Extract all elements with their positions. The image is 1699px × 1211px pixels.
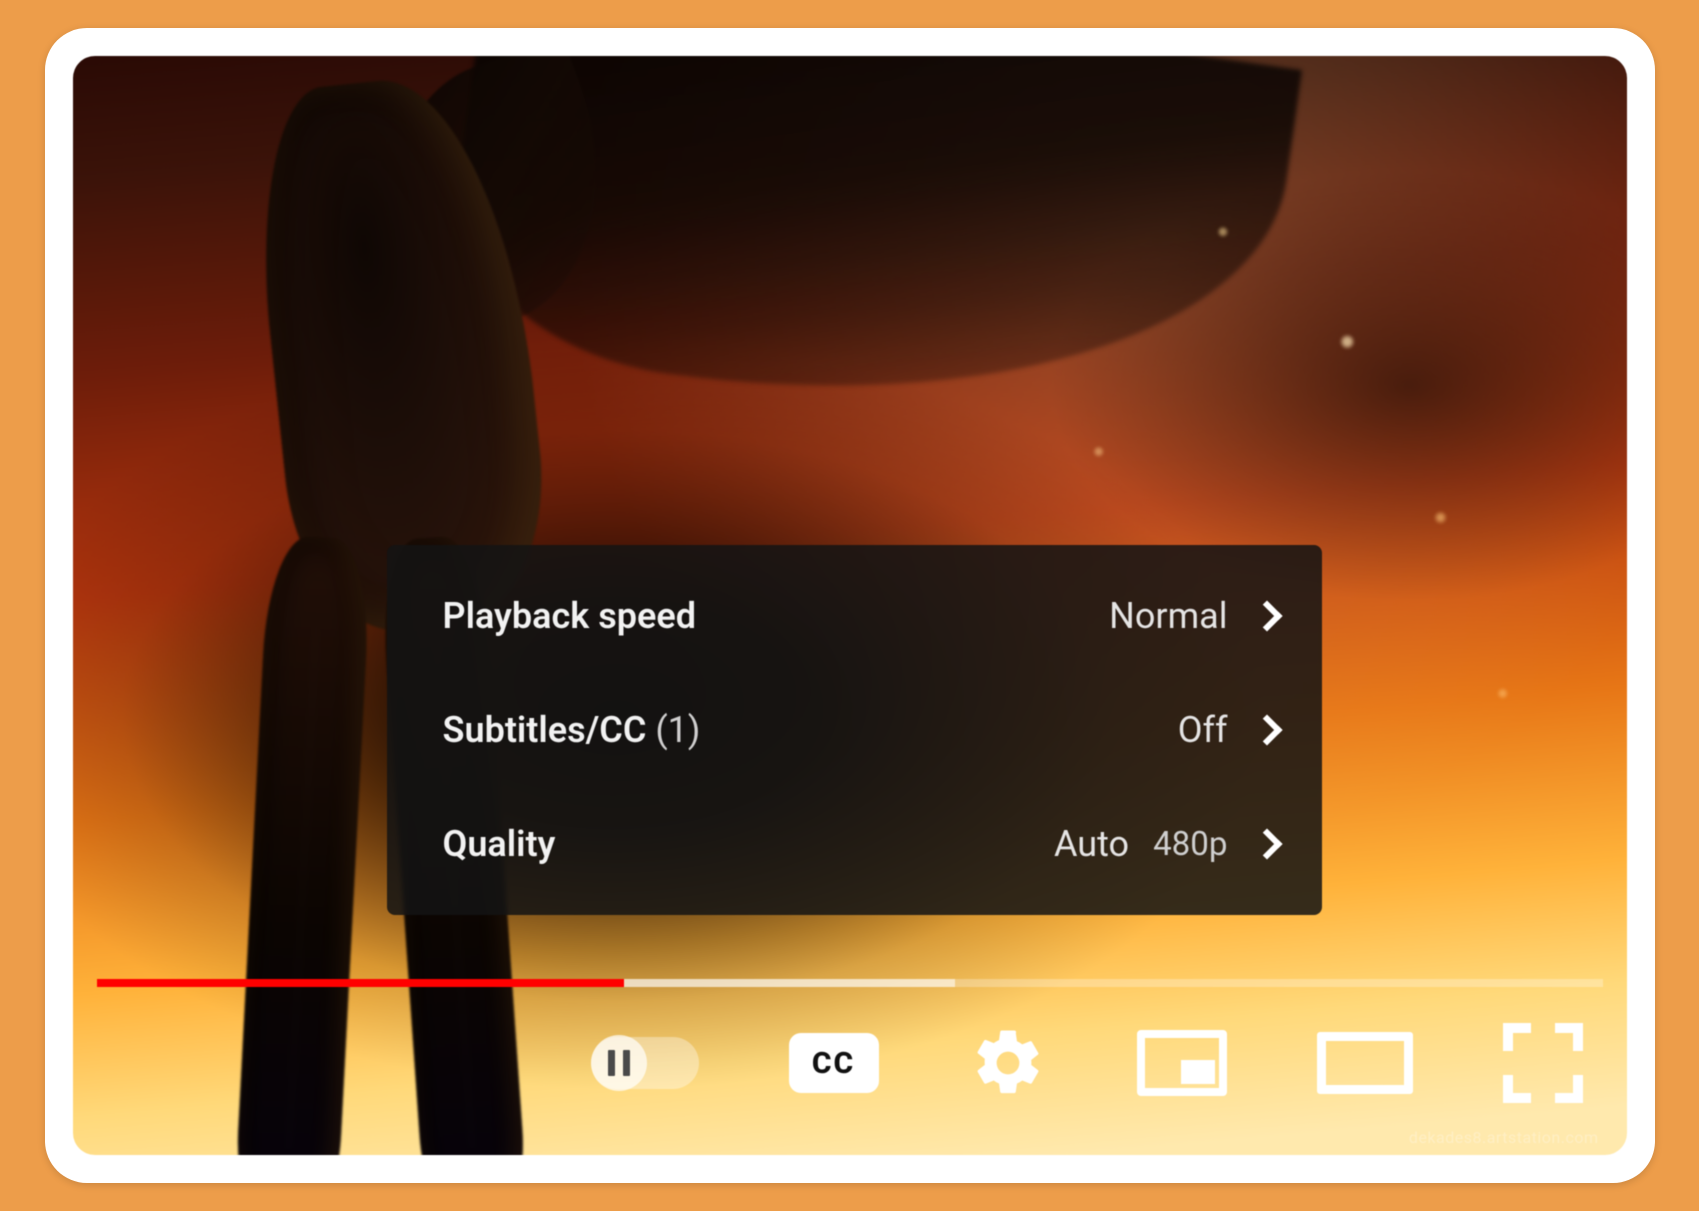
- cc-icon-label: CC: [812, 1046, 855, 1081]
- pause-icon: [608, 1050, 630, 1076]
- fullscreen-corner-icon: [1503, 1023, 1531, 1051]
- autoplay-toggle-knob: [591, 1035, 647, 1091]
- player-controls: CC: [97, 1003, 1603, 1123]
- settings-subtitles-label-group: Subtitles/CC (1): [443, 709, 701, 751]
- gear-icon: [969, 1024, 1047, 1102]
- settings-subtitles-value: Off: [1178, 709, 1228, 751]
- watermark-text: dekades8.artstation.com: [1409, 1128, 1599, 1147]
- video-player[interactable]: Playback speed Normal Subtitles/CC (1) O…: [73, 56, 1627, 1155]
- chevron-right-icon: [1251, 600, 1282, 631]
- chevron-right-icon: [1251, 714, 1282, 745]
- settings-subtitles[interactable]: Subtitles/CC (1) Off: [387, 673, 1322, 787]
- progress-played: [97, 979, 624, 987]
- autoplay-toggle[interactable]: [591, 1037, 699, 1089]
- settings-playback-speed-value: Normal: [1109, 595, 1227, 637]
- settings-quality-label: Quality: [443, 823, 556, 865]
- fullscreen-button[interactable]: [1503, 1023, 1583, 1103]
- settings-subtitles-value-group: Off: [1178, 709, 1278, 751]
- progress-bar[interactable]: [97, 979, 1603, 987]
- fullscreen-corner-icon: [1555, 1023, 1583, 1051]
- settings-button[interactable]: [969, 1024, 1047, 1102]
- theater-mode-button[interactable]: [1317, 1032, 1413, 1094]
- settings-playback-speed-value-group: Normal: [1109, 595, 1277, 637]
- outer-card: Playback speed Normal Subtitles/CC (1) O…: [45, 28, 1655, 1183]
- fullscreen-corner-icon: [1503, 1075, 1531, 1103]
- settings-subtitles-label: Subtitles/CC: [443, 709, 647, 751]
- settings-subtitles-count: (1): [655, 709, 700, 751]
- settings-playback-speed-label: Playback speed: [443, 595, 696, 637]
- settings-quality-secondary: 480p: [1153, 825, 1227, 864]
- captions-button[interactable]: CC: [789, 1033, 879, 1093]
- chevron-right-icon: [1251, 828, 1282, 859]
- settings-menu: Playback speed Normal Subtitles/CC (1) O…: [387, 545, 1322, 915]
- settings-quality[interactable]: Quality Auto 480p: [387, 787, 1322, 901]
- fullscreen-corner-icon: [1555, 1075, 1583, 1103]
- settings-quality-value-group: Auto 480p: [1054, 823, 1278, 865]
- settings-quality-value: Auto: [1054, 823, 1129, 865]
- settings-playback-speed[interactable]: Playback speed Normal: [387, 559, 1322, 673]
- miniplayer-button[interactable]: [1137, 1030, 1227, 1096]
